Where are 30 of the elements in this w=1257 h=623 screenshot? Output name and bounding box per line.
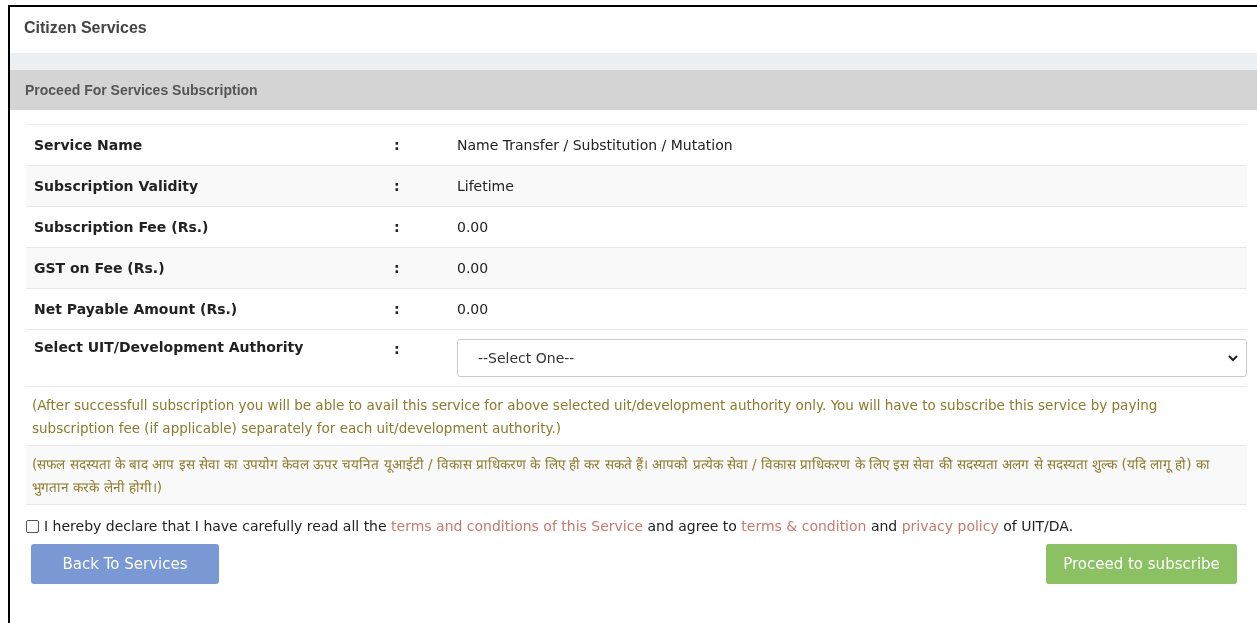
declaration-text: I hereby declare that I have carefully read all the terms and conditions of this Service and agree to terms & condition and privacy policy of UIT/DA. <box>44 518 1074 534</box>
field-value: Name Transfer / Substitution / Mutation <box>457 137 734 153</box>
colon: : <box>394 178 401 194</box>
field-value: Lifetime <box>457 178 515 194</box>
terms-link[interactable]: privacy policy <box>901 518 999 534</box>
field-label: Net Payable Amount (Rs.) <box>33 301 239 317</box>
field-label: GST on Fee (Rs.) <box>33 260 166 276</box>
back-button[interactable]: Back To Services <box>31 544 219 584</box>
terms-link[interactable]: terms and conditions of this Service <box>391 518 643 534</box>
checkbox[interactable] <box>26 519 39 533</box>
note-text: (After successfull subscription you will be able to avail this service for above selected uit/development authority only. You will have to subscribe this service by paying subscription fee (if applicable) separately for each uit/development authority.) <box>32 397 1158 436</box>
field-value: 0.00 <box>457 260 490 276</box>
chevron-down-icon <box>1228 354 1238 362</box>
field-label: Service Name <box>33 137 144 153</box>
section-header: Proceed For Services Subscription <box>10 70 1257 110</box>
field-value: 0.00 <box>457 301 490 317</box>
proceed-button[interactable]: Proceed to subscribe <box>1046 544 1237 584</box>
colon: : <box>394 301 401 317</box>
field-label: Select UIT/Development Authority <box>33 339 305 355</box>
page-title: Citizen Services <box>23 18 148 38</box>
colon: : <box>394 219 401 235</box>
terms-link[interactable]: terms & condition <box>741 518 867 534</box>
field-label: Subscription Validity <box>33 178 200 194</box>
colon: : <box>394 260 401 276</box>
authority-dropdown[interactable]: --Select One-- <box>457 339 1247 377</box>
field-value: 0.00 <box>457 219 490 235</box>
note-text: (सफल सदस्यता के बाद आप इस सेवा का उपयोग केवल ऊपर चयनित यूआईटी / विकास प्राधिकरण के लिए ही कर सकते हैं। आपको प्रत्येक सेवा / विकास प्राधिकरण के लिए इस सेवा की सदस्यता अलग से सदस्यता शुल्क (यदि लागू हो) का भुगतान करके लेनी होगी।) <box>32 456 1210 495</box>
colon: : <box>394 137 401 153</box>
field-label: Subscription Fee (Rs.) <box>33 219 210 235</box>
colon: : <box>394 340 401 357</box>
